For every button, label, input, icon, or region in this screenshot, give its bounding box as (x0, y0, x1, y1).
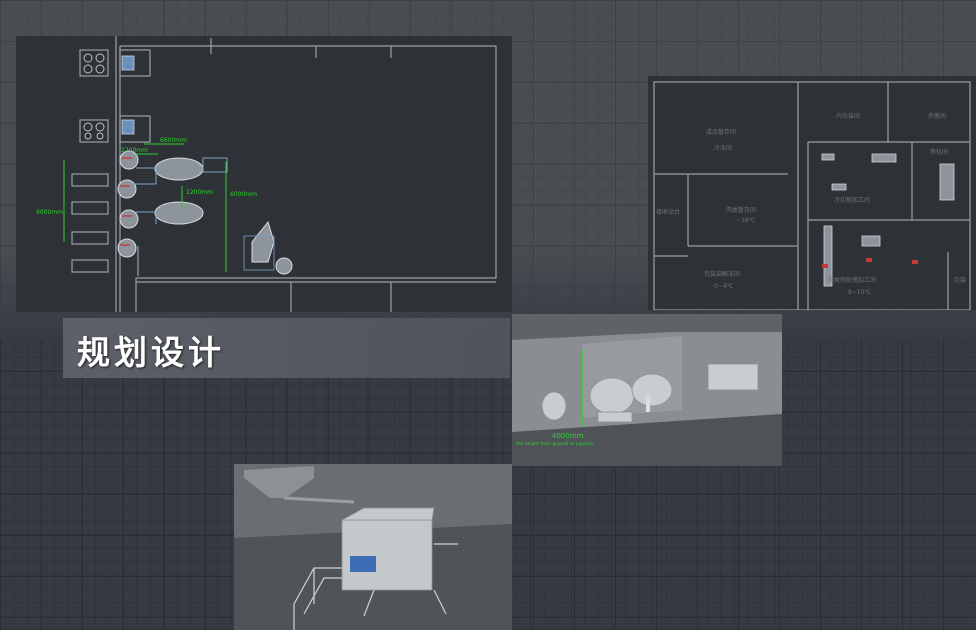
dim-caption: the height from ground to pipeline (516, 441, 594, 447)
cad-floor-plan-right: 成品暂存间 冷冻间 内包装间 杀菌间 熟化间 肉类暂存间 ~18℃ 冷切割加工间… (648, 76, 976, 310)
dim-label-1200: 1200mm (186, 189, 213, 196)
room-meat-temp-value: ~18℃ (736, 217, 756, 224)
render-3d-tumbler-room: 4000mm the height from ground to pipelin… (512, 314, 782, 466)
room-inner-pack: 内包装间 (836, 112, 860, 120)
section-title: 规划设计 (77, 333, 225, 372)
section-banner: 规划设计 (63, 318, 510, 378)
room-cooking: 熟化间 (930, 148, 948, 156)
cad-floor-plan-left: 6600mm 2700mm 1200mm 6000mm 9000mm (16, 36, 512, 312)
room-freeze-cut: 冷切割加工间 (834, 196, 870, 204)
render-3d-platform (234, 464, 512, 630)
room-meat-temp-storage: 肉类暂存间 (726, 206, 756, 214)
render-3d-tumbler-room-drawing: 4000mm the height from ground to pipelin… (512, 314, 782, 466)
render-3d-platform-drawing (234, 464, 512, 630)
room-seasoning: 杀菌间 (928, 112, 946, 120)
room-cold-storage: 冷冻间 (714, 144, 732, 152)
room-receiving: 接收站台 (656, 208, 680, 216)
room-pack-thaw: 包装袋解冻间 (704, 270, 740, 278)
dim-label-4000: 4000mm (552, 432, 584, 440)
room-meat-process: 肉类预处理加工间 (828, 276, 876, 284)
room-pack-thaw-value: 0~4℃ (714, 283, 734, 290)
room-edge: 包装 (954, 276, 966, 284)
dim-label-2700: 2700mm (121, 147, 148, 154)
cad-floor-plan-left-drawing: 6600mm 2700mm 1200mm 6000mm 9000mm (36, 36, 497, 312)
cad-floor-plan-right-drawing: 成品暂存间 冷冻间 内包装间 杀菌间 熟化间 肉类暂存间 ~18℃ 冷切割加工间… (653, 81, 971, 310)
dim-label-6000: 6000mm (230, 191, 257, 198)
room-finished-storage: 成品暂存间 (706, 128, 736, 136)
dim-label-6600: 6600mm (160, 137, 187, 144)
room-meat-process-value: 8~10℃ (848, 289, 871, 296)
dim-label-9000: 9000mm (36, 209, 63, 216)
